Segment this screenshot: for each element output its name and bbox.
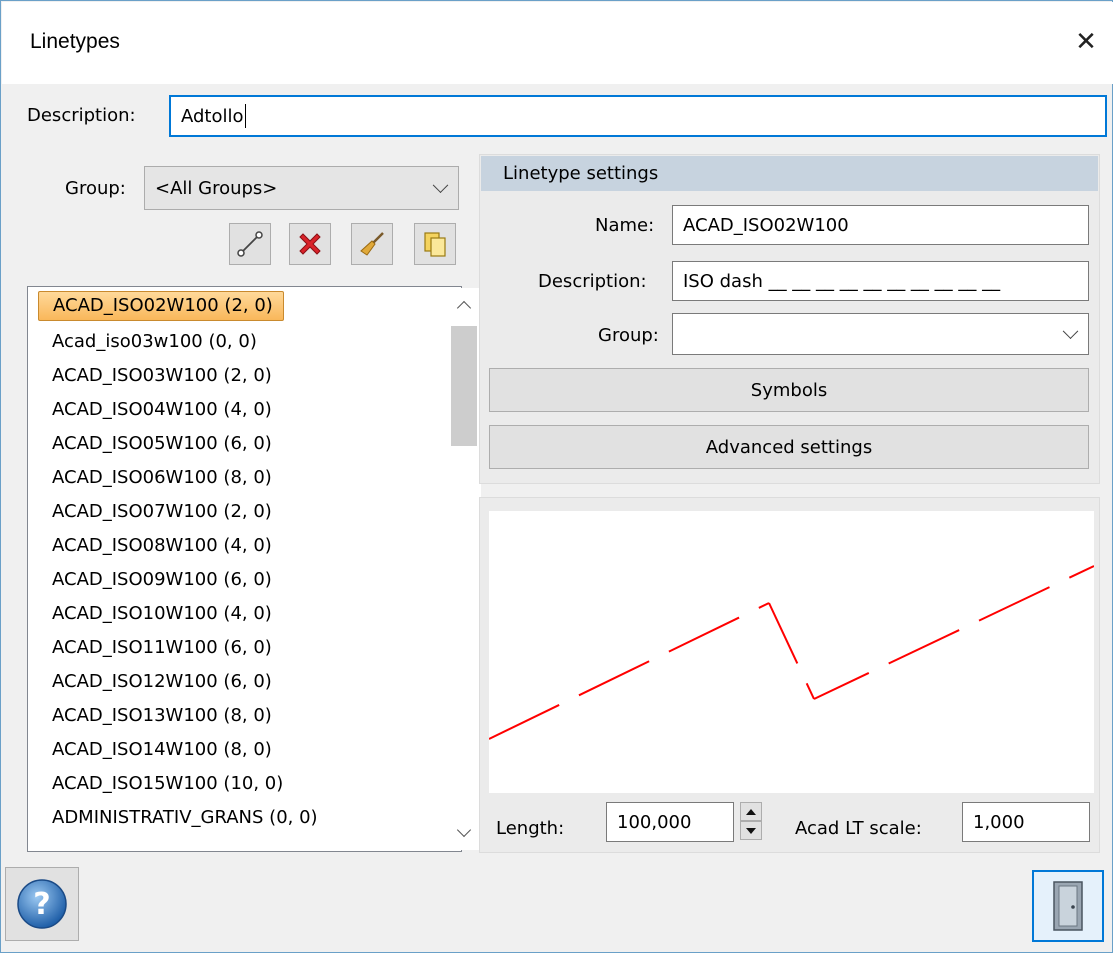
scroll-down-button[interactable]	[447, 816, 481, 850]
list-item[interactable]: ACAD_ISO03W100 (2, 0)	[38, 361, 282, 391]
purge-linetypes-button[interactable]	[351, 223, 393, 265]
linetypes-dialog: Linetypes ✕ Description: Adtollo Group: …	[0, 0, 1113, 953]
acad-lt-scale-input[interactable]: 1,000	[962, 802, 1090, 842]
linetype-preview	[488, 511, 1095, 793]
settings-header: Linetype settings	[481, 156, 1098, 191]
length-spinner[interactable]	[740, 802, 762, 840]
spin-down-button[interactable]	[740, 821, 762, 840]
list-item[interactable]: ACAD_ISO08W100 (4, 0)	[38, 531, 282, 561]
preview-dash-segment	[578, 660, 650, 697]
new-linetype-button[interactable]	[229, 223, 271, 265]
advanced-settings-button[interactable]: Advanced settings	[489, 425, 1089, 469]
list-item[interactable]: ACAD_ISO14W100 (8, 0)	[38, 735, 282, 765]
scroll-up-button[interactable]	[447, 288, 481, 322]
description-label: Description:	[27, 105, 136, 126]
description-filter-value: Adtollo	[181, 105, 244, 127]
list-item[interactable]: ACAD_ISO04W100 (4, 0)	[38, 395, 282, 425]
delete-linetype-button[interactable]	[289, 223, 331, 265]
length-input[interactable]: 100,000	[606, 802, 734, 842]
name-input[interactable]: ACAD_ISO02W100	[672, 205, 1089, 245]
settings-description-value: ISO dash __ __ __ __ __ __ __ __ __ __	[683, 270, 1001, 292]
settings-description-input[interactable]: ISO dash __ __ __ __ __ __ __ __ __ __	[672, 261, 1089, 301]
symbols-button[interactable]: Symbols	[489, 368, 1089, 412]
preview-dash-segment	[805, 682, 815, 700]
close-button[interactable]: ✕	[1064, 20, 1108, 64]
spin-up-button[interactable]	[740, 802, 762, 821]
settings-group-label: Group:	[598, 325, 659, 346]
description-filter-input[interactable]: Adtollo	[169, 95, 1107, 137]
list-item[interactable]: ACAD_ISO10W100 (4, 0)	[38, 599, 282, 629]
delete-icon	[299, 233, 321, 255]
window-title: Linetypes	[30, 30, 120, 53]
name-label: Name:	[595, 215, 655, 236]
preview-dash-segment	[758, 602, 770, 609]
triangle-up-icon	[746, 808, 756, 815]
new-linetype-icon	[237, 231, 263, 257]
chevron-down-icon	[456, 822, 472, 838]
title-bar: Linetypes ✕	[2, 2, 1113, 84]
close-icon: ✕	[1075, 27, 1097, 57]
preview-dash-segment	[1068, 565, 1095, 579]
preview-dash-segment	[813, 672, 870, 700]
preview-dash-segment	[978, 586, 1050, 622]
list-scrollbar[interactable]	[447, 288, 481, 850]
length-value: 100,000	[617, 811, 692, 833]
preview-dash-segment	[888, 629, 960, 665]
list-item[interactable]: ACAD_ISO05W100 (6, 0)	[38, 429, 282, 459]
list-item[interactable]: ACAD_ISO09W100 (6, 0)	[38, 565, 282, 595]
preview-dash-segment	[668, 616, 740, 653]
svg-text:?: ?	[33, 887, 50, 922]
list-item[interactable]: Acad_iso03w100 (0, 0)	[38, 327, 267, 357]
text-caret	[244, 104, 246, 128]
triangle-down-icon	[746, 827, 756, 834]
chevron-up-icon	[456, 300, 472, 316]
list-item[interactable]: ACAD_ISO12W100 (6, 0)	[38, 667, 282, 697]
help-button[interactable]: ?	[5, 867, 79, 941]
list-item[interactable]: ACAD_ISO06W100 (8, 0)	[38, 463, 282, 493]
name-value: ACAD_ISO02W100	[683, 214, 849, 236]
exit-button[interactable]	[1032, 870, 1104, 942]
list-item-selected[interactable]: ACAD_ISO02W100 (2, 0)	[38, 291, 284, 321]
preview-canvas	[488, 565, 1095, 740]
group-filter-select[interactable]: <All Groups>	[144, 166, 459, 210]
linetype-list[interactable]: ACAD_ISO02W100 (2, 0) Acad_iso03w100 (0,…	[27, 286, 481, 852]
exit-door-icon	[1053, 881, 1083, 931]
list-item[interactable]: ACAD_ISO11W100 (6, 0)	[38, 633, 282, 663]
chevron-down-icon	[1062, 323, 1079, 340]
scrollbar-thumb[interactable]	[451, 326, 477, 446]
length-label: Length:	[496, 818, 565, 839]
copy-icon	[424, 232, 446, 257]
acad-lt-scale-label: Acad LT scale:	[795, 818, 922, 839]
clean-icon	[360, 232, 384, 256]
preview-dash-segment	[768, 602, 799, 664]
chevron-down-icon	[432, 177, 449, 194]
group-filter-value: <All Groups>	[155, 177, 278, 199]
list-item[interactable]: ACAD_ISO07W100 (2, 0)	[38, 497, 282, 527]
help-icon: ?	[17, 879, 67, 929]
list-item[interactable]: ACAD_ISO13W100 (8, 0)	[38, 701, 282, 731]
preview-dash-segment	[488, 704, 560, 740]
list-item[interactable]: ACAD_ISO15W100 (10, 0)	[38, 769, 293, 799]
settings-group-select[interactable]	[672, 313, 1089, 355]
list-item[interactable]: ADMINISTRATIV_GRANS (0, 0)	[38, 803, 328, 833]
settings-description-label: Description:	[538, 271, 647, 292]
group-filter-label: Group:	[65, 178, 126, 199]
acad-lt-scale-value: 1,000	[973, 811, 1025, 833]
copy-linetype-button[interactable]	[414, 223, 456, 265]
